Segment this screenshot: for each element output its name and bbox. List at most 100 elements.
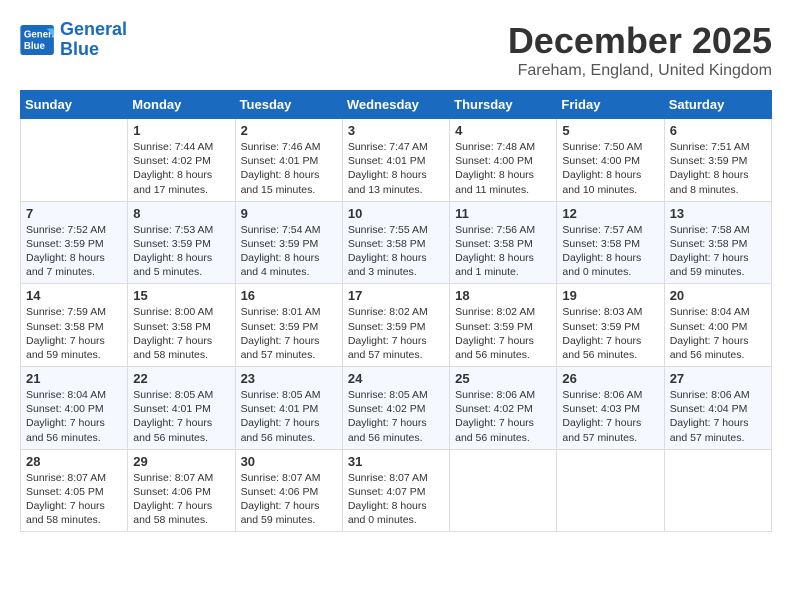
day-number: 15 — [133, 288, 229, 303]
day-number: 30 — [241, 454, 337, 469]
calendar-cell: 23 Sunrise: 8:05 AM Sunset: 4:01 PM Dayli… — [235, 367, 342, 450]
day-of-week-header: Tuesday — [235, 91, 342, 119]
day-number: 23 — [241, 371, 337, 386]
day-info: Sunrise: 8:07 AM Sunset: 4:07 PM Dayligh… — [348, 471, 444, 528]
calendar-cell: 27Sunrise: 8:06 AM Sunset: 4:04 PM Dayli… — [664, 367, 771, 450]
day-number: 24 — [348, 371, 444, 386]
location: Fareham, England, United Kingdom — [508, 62, 772, 80]
day-number: 21 — [26, 371, 122, 386]
day-info: Sunrise: 7:51 AM Sunset: 3:59 PM Dayligh… — [670, 140, 766, 197]
calendar-cell: 30 Sunrise: 8:07 AM Sunset: 4:06 PM Dayli… — [235, 449, 342, 532]
day-of-week-header: Sunday — [21, 91, 128, 119]
month-title: December 2025 — [508, 20, 772, 62]
day-info: Sunrise: 7:55 AM Sunset: 3:58 PM Dayligh… — [348, 223, 444, 280]
calendar-cell — [557, 449, 664, 532]
day-info: Sunrise: 8:00 AM Sunset: 3:58 PM Dayligh… — [133, 305, 229, 362]
logo-line2: Blue — [60, 39, 99, 59]
day-info: Sunrise: 8:01 AM Sunset: 3:59 PM Dayligh… — [241, 305, 337, 362]
calendar-cell: 22 Sunrise: 8:05 AM Sunset: 4:01 PM Dayli… — [128, 367, 235, 450]
calendar-cell: 16Sunrise: 8:01 AM Sunset: 3:59 PM Dayli… — [235, 284, 342, 367]
calendar-cell: 5 Sunrise: 7:50 AM Sunset: 4:00 PM Daylig… — [557, 119, 664, 202]
day-number: 19 — [562, 288, 658, 303]
calendar-week-row: 21Sunrise: 8:04 AM Sunset: 4:00 PM Dayli… — [21, 367, 772, 450]
day-info: Sunrise: 7:57 AM Sunset: 3:58 PM Dayligh… — [562, 223, 658, 280]
calendar-week-row: 14 Sunrise: 7:59 AM Sunset: 3:58 PM Dayli… — [21, 284, 772, 367]
calendar-cell: 1Sunrise: 7:44 AM Sunset: 4:02 PM Daylig… — [128, 119, 235, 202]
calendar-cell: 7Sunrise: 7:52 AM Sunset: 3:59 PM Daylig… — [21, 201, 128, 284]
calendar-cell: 10 Sunrise: 7:55 AM Sunset: 3:58 PM Dayli… — [342, 201, 449, 284]
day-number: 9 — [241, 206, 337, 221]
day-number: 6 — [670, 123, 766, 138]
calendar-week-row: 28Sunrise: 8:07 AM Sunset: 4:05 PM Dayli… — [21, 449, 772, 532]
calendar-cell: 24 Sunrise: 8:05 AM Sunset: 4:02 PM Dayli… — [342, 367, 449, 450]
day-info: Sunrise: 7:58 AM Sunset: 3:58 PM Dayligh… — [670, 223, 766, 280]
day-info: Sunrise: 7:54 AM Sunset: 3:59 PM Dayligh… — [241, 223, 337, 280]
day-info: Sunrise: 8:07 AM Sunset: 4:06 PM Dayligh… — [133, 471, 229, 528]
logo-icon: General Blue — [20, 25, 56, 55]
title-block: December 2025 Fareham, England, United K… — [508, 20, 772, 80]
calendar-cell: 14 Sunrise: 7:59 AM Sunset: 3:58 PM Dayli… — [21, 284, 128, 367]
day-of-week-header: Wednesday — [342, 91, 449, 119]
calendar-cell — [21, 119, 128, 202]
calendar-cell: 3 Sunrise: 7:47 AM Sunset: 4:01 PM Daylig… — [342, 119, 449, 202]
logo: General Blue General Blue — [20, 20, 127, 60]
calendar-week-row: 7Sunrise: 7:52 AM Sunset: 3:59 PM Daylig… — [21, 201, 772, 284]
day-info: Sunrise: 7:59 AM Sunset: 3:58 PM Dayligh… — [26, 305, 122, 362]
day-info: Sunrise: 8:07 AM Sunset: 4:05 PM Dayligh… — [26, 471, 122, 528]
day-number: 4 — [455, 123, 551, 138]
calendar-cell: 20 Sunrise: 8:04 AM Sunset: 4:00 PM Dayli… — [664, 284, 771, 367]
day-info: Sunrise: 7:47 AM Sunset: 4:01 PM Dayligh… — [348, 140, 444, 197]
calendar-cell: 25Sunrise: 8:06 AM Sunset: 4:02 PM Dayli… — [450, 367, 557, 450]
day-info: Sunrise: 8:05 AM Sunset: 4:01 PM Dayligh… — [133, 388, 229, 445]
day-info: Sunrise: 7:53 AM Sunset: 3:59 PM Dayligh… — [133, 223, 229, 280]
day-number: 13 — [670, 206, 766, 221]
day-info: Sunrise: 7:48 AM Sunset: 4:00 PM Dayligh… — [455, 140, 551, 197]
calendar-cell: 8Sunrise: 7:53 AM Sunset: 3:59 PM Daylig… — [128, 201, 235, 284]
calendar-cell — [664, 449, 771, 532]
calendar-cell: 31 Sunrise: 8:07 AM Sunset: 4:07 PM Dayli… — [342, 449, 449, 532]
day-info: Sunrise: 8:05 AM Sunset: 4:01 PM Dayligh… — [241, 388, 337, 445]
calendar-cell: 17 Sunrise: 8:02 AM Sunset: 3:59 PM Dayli… — [342, 284, 449, 367]
day-number: 5 — [562, 123, 658, 138]
logo-text: General Blue — [60, 20, 127, 60]
day-of-week-header: Thursday — [450, 91, 557, 119]
day-number: 26 — [562, 371, 658, 386]
day-info: Sunrise: 8:05 AM Sunset: 4:02 PM Dayligh… — [348, 388, 444, 445]
calendar-cell: 11 Sunrise: 7:56 AM Sunset: 3:58 PM Dayli… — [450, 201, 557, 284]
calendar-cell: 29 Sunrise: 8:07 AM Sunset: 4:06 PM Dayli… — [128, 449, 235, 532]
day-info: Sunrise: 7:56 AM Sunset: 3:58 PM Dayligh… — [455, 223, 551, 280]
day-info: Sunrise: 7:50 AM Sunset: 4:00 PM Dayligh… — [562, 140, 658, 197]
day-number: 18 — [455, 288, 551, 303]
calendar-cell: 9 Sunrise: 7:54 AM Sunset: 3:59 PM Daylig… — [235, 201, 342, 284]
calendar-cell — [450, 449, 557, 532]
calendar-cell: 28Sunrise: 8:07 AM Sunset: 4:05 PM Dayli… — [21, 449, 128, 532]
page-header: General Blue General Blue December 2025 … — [20, 20, 772, 80]
day-number: 17 — [348, 288, 444, 303]
day-number: 22 — [133, 371, 229, 386]
day-info: Sunrise: 7:44 AM Sunset: 4:02 PM Dayligh… — [133, 140, 229, 197]
day-info: Sunrise: 8:07 AM Sunset: 4:06 PM Dayligh… — [241, 471, 337, 528]
day-of-week-header: Saturday — [664, 91, 771, 119]
logo-line1: General — [60, 19, 127, 39]
day-number: 7 — [26, 206, 122, 221]
calendar-cell: 4 Sunrise: 7:48 AM Sunset: 4:00 PM Daylig… — [450, 119, 557, 202]
day-number: 20 — [670, 288, 766, 303]
day-info: Sunrise: 8:04 AM Sunset: 4:00 PM Dayligh… — [670, 305, 766, 362]
calendar-cell: 19Sunrise: 8:03 AM Sunset: 3:59 PM Dayli… — [557, 284, 664, 367]
day-info: Sunrise: 7:46 AM Sunset: 4:01 PM Dayligh… — [241, 140, 337, 197]
day-info: Sunrise: 8:02 AM Sunset: 3:59 PM Dayligh… — [455, 305, 551, 362]
day-info: Sunrise: 8:02 AM Sunset: 3:59 PM Dayligh… — [348, 305, 444, 362]
calendar-cell: 12 Sunrise: 7:57 AM Sunset: 3:58 PM Dayli… — [557, 201, 664, 284]
calendar-cell: 26 Sunrise: 8:06 AM Sunset: 4:03 PM Dayli… — [557, 367, 664, 450]
day-number: 12 — [562, 206, 658, 221]
day-info: Sunrise: 8:06 AM Sunset: 4:03 PM Dayligh… — [562, 388, 658, 445]
day-number: 10 — [348, 206, 444, 221]
day-number: 11 — [455, 206, 551, 221]
day-number: 14 — [26, 288, 122, 303]
day-number: 3 — [348, 123, 444, 138]
day-number: 2 — [241, 123, 337, 138]
day-number: 29 — [133, 454, 229, 469]
day-of-week-header: Friday — [557, 91, 664, 119]
day-number: 31 — [348, 454, 444, 469]
calendar-cell: 2 Sunrise: 7:46 AM Sunset: 4:01 PM Daylig… — [235, 119, 342, 202]
